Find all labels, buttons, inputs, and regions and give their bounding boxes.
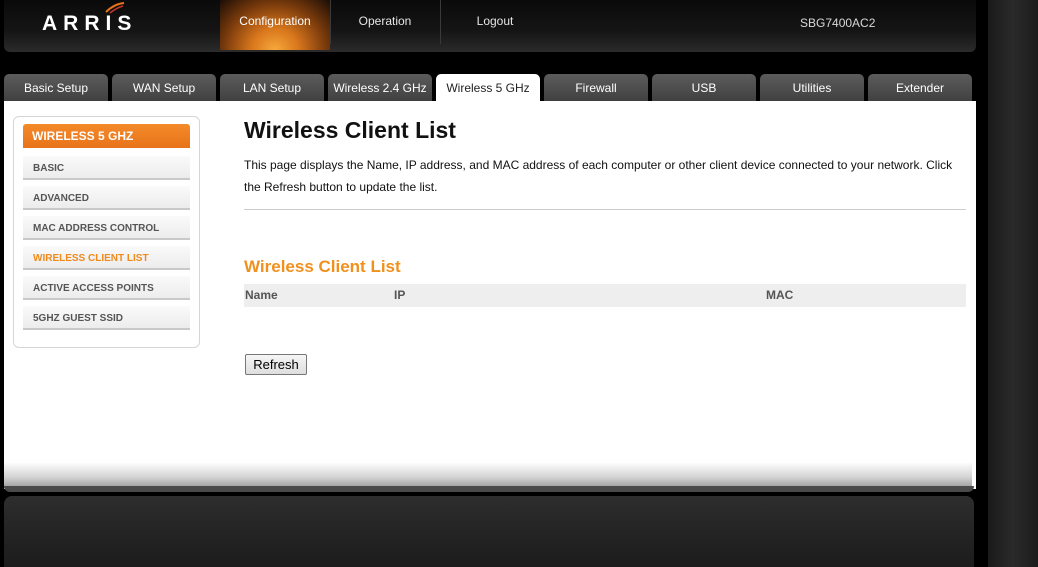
section-title: Wireless Client List [244, 257, 401, 276]
sidebar-item-basic[interactable]: BASIC [23, 156, 190, 180]
tab-firewall[interactable]: Firewall [544, 74, 648, 101]
content-panel-edge [4, 486, 974, 492]
sidebar: WIRELESS 5 GHZ BASIC ADVANCED MAC ADDRES… [13, 116, 200, 348]
column-header-mac: MAC [766, 288, 794, 302]
content-panel-bottom-shade [4, 462, 972, 488]
column-header-name: Name [245, 288, 278, 302]
tab-lan-setup[interactable]: LAN Setup [220, 74, 324, 101]
client-table-header: Name IP MAC [244, 284, 966, 307]
sidebar-title: WIRELESS 5 GHZ [23, 124, 190, 148]
sidebar-item-advanced[interactable]: ADVANCED [23, 186, 190, 210]
tab-basic-setup[interactable]: Basic Setup [4, 74, 108, 101]
topnav-logout[interactable]: Logout [440, 0, 550, 50]
tab-utilities[interactable]: Utilities [760, 74, 864, 101]
header-bar: ARRIS Configuration Operation Logout SBG… [4, 0, 976, 52]
page-title: Wireless Client List [244, 117, 456, 143]
tab-wireless-24ghz[interactable]: Wireless 2.4 GHz [328, 74, 432, 101]
column-header-ip: IP [394, 288, 406, 302]
topnav-operation[interactable]: Operation [330, 0, 440, 50]
page-description: This page displays the Name, IP address,… [244, 158, 953, 194]
tab-wan-setup[interactable]: WAN Setup [112, 74, 216, 101]
sidebar-item-active-access-points[interactable]: ACTIVE ACCESS POINTS [23, 276, 190, 300]
refresh-button[interactable]: Refresh [245, 354, 307, 375]
tab-bar: Basic Setup WAN Setup LAN Setup Wireless… [4, 74, 976, 101]
divider [244, 209, 966, 210]
sidebar-item-mac-address-control[interactable]: MAC ADDRESS CONTROL [23, 216, 190, 240]
footer-bar [4, 496, 974, 567]
arris-logo: ARRIS [42, 12, 138, 35]
right-background-strip [988, 0, 1038, 567]
tab-usb[interactable]: USB [652, 74, 756, 101]
tab-extender[interactable]: Extender [868, 74, 972, 101]
device-model: SBG7400AC2 [800, 16, 876, 30]
sidebar-item-5ghz-guest-ssid[interactable]: 5GHZ GUEST SSID [23, 306, 190, 330]
topnav-configuration[interactable]: Configuration [220, 0, 330, 50]
tab-wireless-5ghz[interactable]: Wireless 5 GHz [436, 74, 540, 101]
sidebar-item-wireless-client-list[interactable]: WIRELESS CLIENT LIST [23, 246, 190, 270]
